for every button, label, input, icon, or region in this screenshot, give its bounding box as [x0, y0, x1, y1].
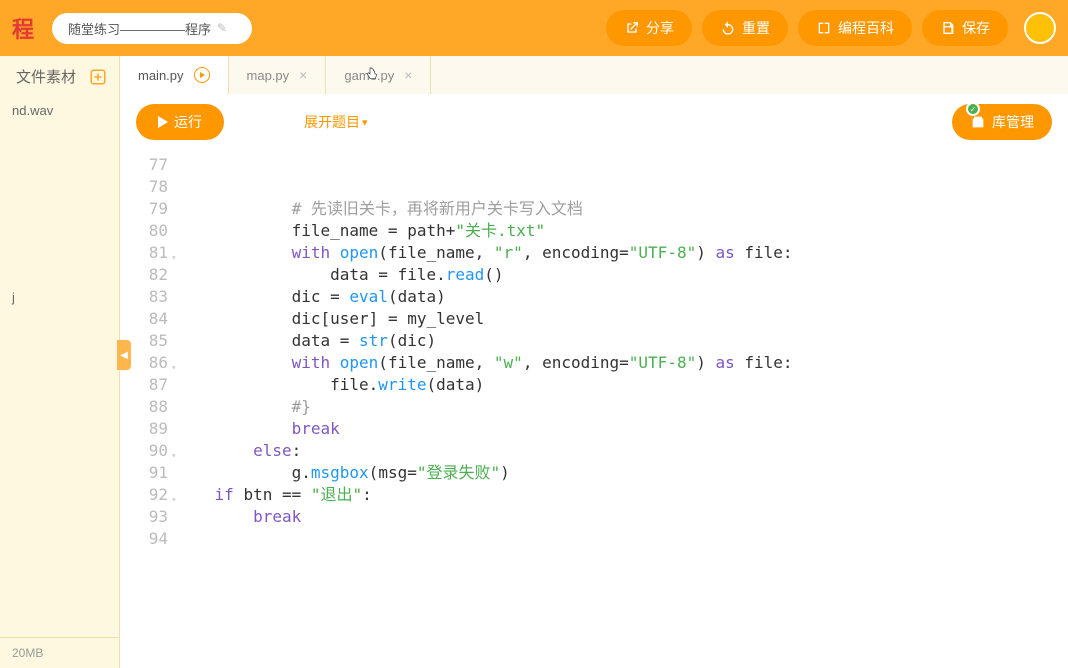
line-number: 86 [120, 352, 168, 374]
file-item[interactable]: nd.wav [0, 97, 119, 124]
code-line[interactable]: with open(file_name, "r", encoding="UTF-… [176, 242, 1068, 264]
share-button[interactable]: 分享 [606, 10, 692, 46]
reset-icon [720, 20, 736, 36]
check-badge-icon: ✓ [966, 102, 980, 116]
line-number: 80 [120, 220, 168, 242]
line-number: 84 [120, 308, 168, 330]
code-line[interactable]: #} [176, 396, 1068, 418]
code-line[interactable]: break [176, 506, 1068, 528]
code-line[interactable] [176, 154, 1068, 176]
expand-label: 展开题目 [304, 112, 360, 132]
avatar[interactable] [1024, 12, 1056, 44]
line-number: 82 [120, 264, 168, 286]
package-icon [970, 114, 986, 130]
code-line[interactable] [176, 528, 1068, 550]
sidebar-header: 文件素材 [0, 56, 119, 97]
sidebar-title: 文件素材 [16, 66, 76, 87]
tab-game-py[interactable]: game.py× [326, 56, 431, 94]
edit-icon: ✎ [217, 21, 227, 35]
save-button[interactable]: 保存 [922, 10, 1008, 46]
add-file-icon[interactable] [89, 68, 107, 86]
line-number: 81 [120, 242, 168, 264]
code-line[interactable]: g.msgbox(msg="登录失败") [176, 462, 1068, 484]
code-line[interactable]: with open(file_name, "w", encoding="UTF-… [176, 352, 1068, 374]
share-label: 分享 [646, 18, 674, 38]
line-number: 85 [120, 330, 168, 352]
line-number: 79 [120, 198, 168, 220]
code-line[interactable]: dic[user] = my_level [176, 308, 1068, 330]
header: 程 随堂练习—————程序 ✎ 分享 重置 编程百科 保存 [0, 0, 1068, 56]
close-icon[interactable]: × [299, 67, 307, 83]
line-number: 92 [120, 484, 168, 506]
play-circle-icon[interactable] [194, 67, 210, 83]
code-line[interactable]: data = file.read() [176, 264, 1068, 286]
encyclopedia-button[interactable]: 编程百科 [798, 10, 912, 46]
editor-area: main.pymap.py×game.py× 运行 展开题目 ✓ 库管理 777… [120, 56, 1068, 668]
code-line[interactable]: file.write(data) [176, 374, 1068, 396]
book-icon [816, 20, 832, 36]
line-number: 77 [120, 154, 168, 176]
reset-button[interactable]: 重置 [702, 10, 788, 46]
toolbar: 运行 展开题目 ✓ 库管理 [120, 94, 1068, 150]
share-icon [624, 20, 640, 36]
tab-main-py[interactable]: main.py [120, 56, 229, 94]
line-number: 78 [120, 176, 168, 198]
code-line[interactable]: if btn == "退出": [176, 484, 1068, 506]
code-line[interactable]: dic = eval(data) [176, 286, 1068, 308]
library-button[interactable]: ✓ 库管理 [952, 104, 1052, 140]
close-icon[interactable]: × [404, 67, 412, 83]
save-label: 保存 [962, 18, 990, 38]
line-number: 93 [120, 506, 168, 528]
code-line[interactable]: file_name = path+"关卡.txt" [176, 220, 1068, 242]
tabs: main.pymap.py×game.py× [120, 56, 1068, 94]
code-line[interactable]: else: [176, 440, 1068, 462]
encyclopedia-label: 编程百科 [838, 18, 894, 38]
project-title-input[interactable]: 随堂练习—————程序 ✎ [52, 13, 252, 44]
line-number: 89 [120, 418, 168, 440]
line-number: 83 [120, 286, 168, 308]
run-button[interactable]: 运行 [136, 104, 224, 140]
line-number: 88 [120, 396, 168, 418]
tab-label: main.py [138, 68, 184, 83]
run-label: 运行 [174, 112, 202, 132]
main: 文件素材 nd.wav j 20MB ◀ main.pymap.py×game.… [0, 56, 1068, 668]
sidebar: 文件素材 nd.wav j 20MB [0, 56, 120, 668]
logo: 程 [12, 12, 34, 44]
save-icon [940, 20, 956, 36]
code-area[interactable]: 777879808182838485868788899091929394 # 先… [120, 150, 1068, 668]
tab-label: map.py [247, 68, 290, 83]
expand-topic-link[interactable]: 展开题目 [304, 112, 368, 132]
line-number: 90 [120, 440, 168, 462]
reset-label: 重置 [742, 18, 770, 38]
line-gutter: 777879808182838485868788899091929394 [120, 150, 176, 668]
project-title-text: 随堂练习—————程序 [68, 19, 211, 38]
code-line[interactable]: # 先读旧关卡，再将新用户关卡写入文档 [176, 198, 1068, 220]
code-content[interactable]: # 先读旧关卡，再将新用户关卡写入文档 file_name = path+"关卡… [176, 150, 1068, 668]
sidebar-footer: 20MB [0, 637, 119, 668]
tab-map-py[interactable]: map.py × [229, 56, 327, 94]
code-line[interactable]: break [176, 418, 1068, 440]
line-number: 91 [120, 462, 168, 484]
library-label: 库管理 [992, 112, 1034, 132]
file-item-partial[interactable]: j [0, 284, 119, 311]
cursor-icon [364, 66, 380, 85]
line-number: 87 [120, 374, 168, 396]
line-number: 94 [120, 528, 168, 550]
code-line[interactable] [176, 176, 1068, 198]
code-line[interactable]: data = str(dic) [176, 330, 1068, 352]
